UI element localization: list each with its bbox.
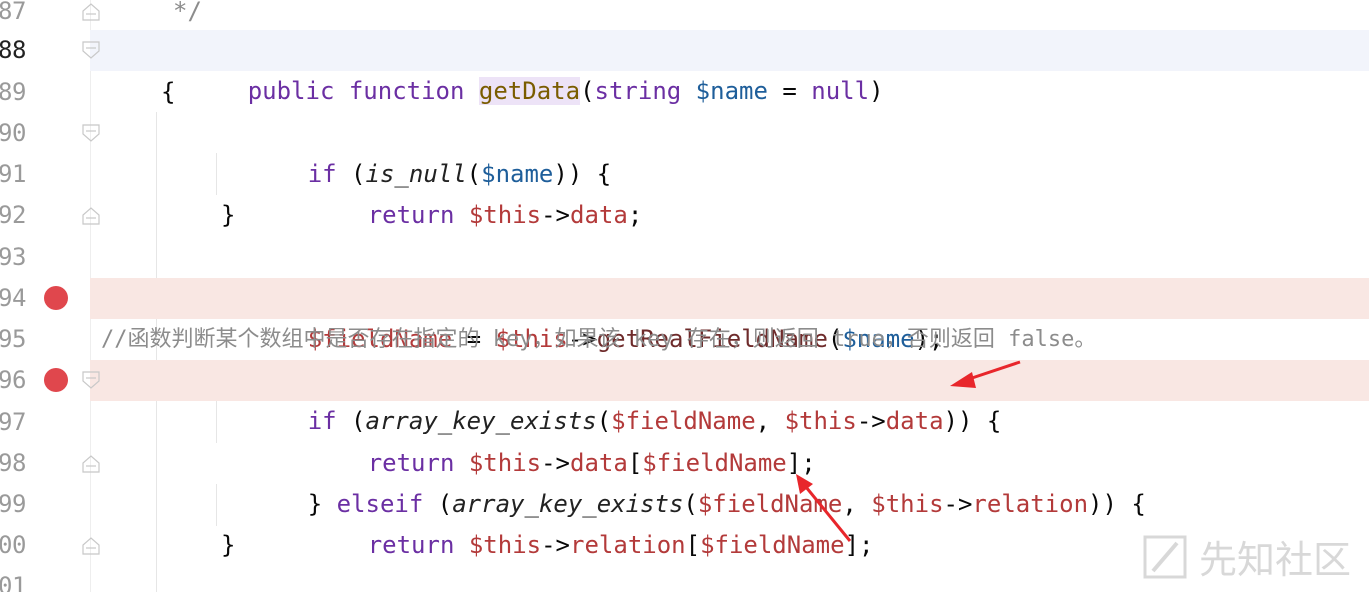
line-number: 01 [0,572,26,592]
fold-icon[interactable] [82,124,100,143]
line-number: 93 [0,243,26,271]
breakpoint-icon[interactable] [44,286,68,310]
comment-text: */ [173,0,202,25]
brace: { [161,78,176,106]
line-number: 96 [0,366,26,394]
line-number: 91 [0,160,26,188]
line-number: 00 [0,531,26,559]
watermark-logo-icon [1143,535,1187,578]
code-line-breakpoint[interactable]: 94 $fieldName = $this->getRealFieldName(… [0,278,1369,353]
line-number: 99 [0,490,26,518]
code-line[interactable]: 99 return $this->relation[$fieldName]; [0,484,1369,559]
line-number: 92 [0,201,26,229]
fold-icon[interactable] [82,536,100,555]
code-line-current[interactable]: 88 public function getData(string $name … [0,30,1369,105]
brace: } [221,531,236,559]
fold-icon[interactable] [82,41,100,60]
code-line[interactable]: 98 } elseif (array_key_exists($fieldName… [0,443,1369,518]
line-number: 89 [0,78,26,106]
line-number: 90 [0,119,26,147]
fold-icon[interactable] [82,206,100,225]
code-line-breakpoint[interactable]: 96 if (array_key_exists($fieldName, $thi… [0,360,1369,435]
code-line[interactable]: 93 [0,237,1369,278]
line-number: 97 [0,408,26,436]
brace: } [221,201,236,229]
line-number: 87 [0,0,26,25]
line-number: 94 [0,284,26,312]
code-line[interactable]: 87 */ [0,0,1369,32]
code-line[interactable]: 89 { [0,72,1369,113]
fold-icon[interactable] [82,2,100,21]
watermark: 先知社区 [1143,529,1351,584]
code-line[interactable]: 95 //函数判断某个数组中是否存在指定的 key，如果该 key 存在，则返回… [0,319,1369,360]
code-line[interactable]: 97 return $this->data[$fieldName]; [0,402,1369,477]
breakpoint-icon[interactable] [44,368,68,392]
code-line[interactable]: 91 return $this->data; [0,154,1369,229]
fold-icon[interactable] [82,371,100,390]
code-line[interactable]: 92 } [0,195,1369,236]
code-editor[interactable]: 87 */ 88 public function getData(string … [0,0,1369,592]
fold-icon[interactable] [82,454,100,473]
watermark-text: 先知社区 [1198,538,1351,582]
line-number: 88 [0,36,26,64]
line-number: 95 [0,325,26,353]
comment-text: //函数判断某个数组中是否存在指定的 key，如果该 key 存在，则返回 tr… [101,327,1097,352]
line-number: 98 [0,449,26,477]
code-line[interactable]: 90 if (is_null($name)) { [0,113,1369,188]
